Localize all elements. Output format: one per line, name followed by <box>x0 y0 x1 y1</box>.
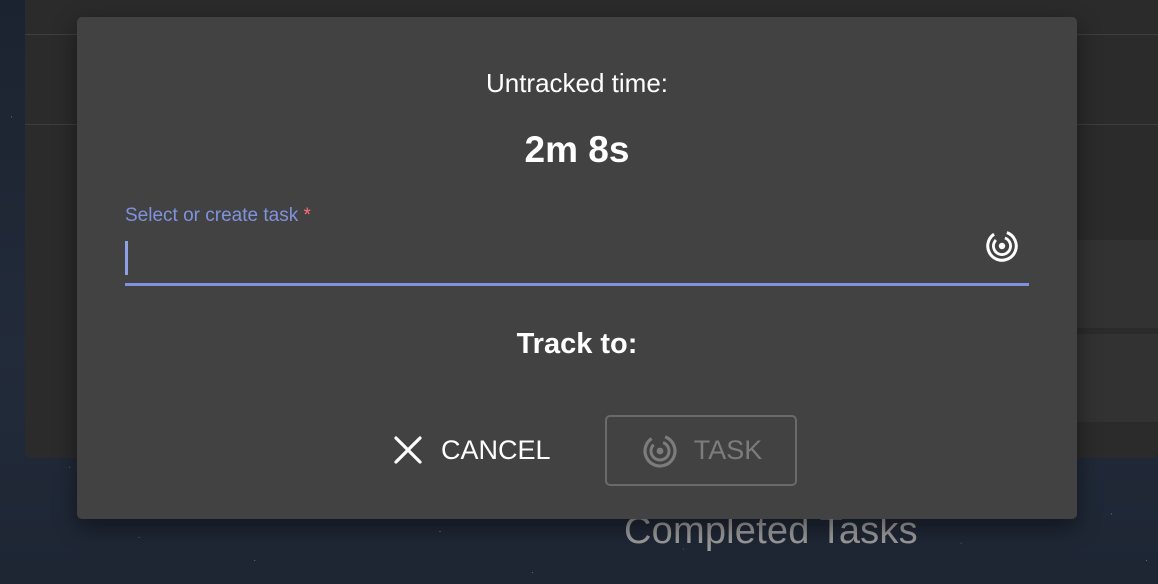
track-to-label: Track to: <box>516 328 638 360</box>
track-target-icon <box>640 431 680 471</box>
task-search-input[interactable] <box>125 237 975 283</box>
required-marker: * <box>303 205 311 226</box>
cancel-button-label: CANCEL <box>441 434 551 465</box>
text-caret <box>125 241 128 275</box>
task-field-label-text: Select or create task <box>125 205 299 226</box>
task-button-label: TASK <box>693 435 763 465</box>
untracked-time-value: 2m 8s <box>524 129 630 170</box>
cancel-button[interactable]: CANCEL <box>383 415 561 485</box>
untracked-time-label: Untracked time: <box>485 68 669 98</box>
task-row-background <box>1077 334 1158 422</box>
track-to-task-button[interactable]: TASK <box>605 415 797 486</box>
task-field-label: Select or create task * <box>125 205 311 227</box>
task-field-underline <box>125 283 1029 286</box>
untracked-time-dialog: Untracked time: 2m 8s Select or create t… <box>77 17 1077 519</box>
task-row-background <box>1077 240 1158 328</box>
close-icon <box>393 435 423 465</box>
track-target-icon[interactable] <box>983 227 1021 265</box>
